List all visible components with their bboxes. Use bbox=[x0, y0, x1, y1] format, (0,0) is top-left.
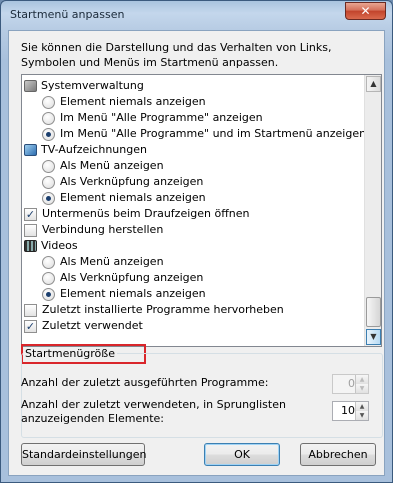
radio-selected-icon[interactable] bbox=[42, 191, 55, 205]
list-item-label: Videos bbox=[41, 239, 78, 252]
list-item-label: Element niemals anzeigen bbox=[60, 191, 206, 204]
radio-unselected-icon[interactable] bbox=[42, 95, 55, 109]
recent-programs-value: 0 bbox=[348, 377, 355, 390]
list-checkbox-option[interactable]: Zuletzt installierte Programme hervorheb… bbox=[24, 302, 284, 318]
list-radio-option[interactable]: Im Menü "Alle Programme" und im Startmen… bbox=[42, 126, 366, 142]
list-item-label: Als Verknüpfung anzeigen bbox=[60, 175, 204, 188]
list-item-label: Im Menü "Alle Programme" anzeigen bbox=[60, 111, 263, 124]
vertical-scrollbar[interactable]: ▲ ▼ bbox=[364, 75, 381, 346]
jumplist-items-stepper[interactable]: 10 ▲ ▼ bbox=[332, 401, 369, 421]
jumplist-label-line1: Anzahl der zuletzt verwendeten, in Sprun… bbox=[21, 398, 286, 411]
list-checkbox-option[interactable]: Verbindung herstellen bbox=[24, 222, 163, 238]
spin-down-icon[interactable]: ▼ bbox=[356, 411, 368, 420]
list-category: Systemverwaltung bbox=[24, 78, 144, 94]
jumplist-items-value: 10 bbox=[341, 404, 355, 417]
list-checkbox-option[interactable]: ✓ Untermenüs beim Draufzeigen öffnen bbox=[24, 206, 250, 222]
radio-unselected-icon[interactable] bbox=[42, 255, 55, 269]
list-radio-option[interactable]: Element niemals anzeigen bbox=[42, 94, 206, 110]
list-checkbox-option[interactable]: ✓ Zuletzt verwendet bbox=[24, 318, 143, 334]
spin-up-icon[interactable]: ▲ bbox=[356, 402, 368, 411]
jumplist-label-line2: anzuzeigenden Elemente: bbox=[21, 412, 165, 425]
radio-selected-icon[interactable] bbox=[42, 287, 55, 301]
list-item-label: Im Menü "Alle Programme" und im Startmen… bbox=[60, 127, 367, 140]
startmenu-size-group-title: Startmenügröße bbox=[23, 347, 117, 361]
recent-programs-label: Anzahl der zuletzt ausgeführten Programm… bbox=[21, 376, 269, 389]
radio-unselected-icon[interactable] bbox=[42, 175, 55, 189]
checkbox-unchecked-icon[interactable] bbox=[24, 223, 37, 237]
list-item-label: Als Menü anzeigen bbox=[60, 159, 164, 172]
intro-text: Sie können die Darstellung und das Verha… bbox=[21, 41, 332, 69]
list-item-label: Systemverwaltung bbox=[41, 79, 144, 92]
spin-down-icon[interactable]: ▼ bbox=[356, 384, 368, 393]
radio-selected-icon[interactable] bbox=[42, 127, 55, 141]
list-radio-option[interactable]: Element niemals anzeigen bbox=[42, 190, 206, 206]
list-radio-option[interactable]: Element niemals anzeigen bbox=[42, 286, 206, 302]
scroll-down-button[interactable]: ▼ bbox=[366, 329, 381, 345]
list-item-label: Zuletzt verwendet bbox=[42, 319, 143, 332]
scroll-up-icon: ▲ bbox=[370, 79, 377, 88]
title-bar[interactable]: Startmenü anpassen ✕ bbox=[1, 1, 392, 29]
window-title: Startmenü anpassen bbox=[10, 8, 125, 21]
list-category: Videos bbox=[24, 238, 78, 254]
ok-button[interactable]: OK bbox=[204, 443, 280, 466]
scroll-down-icon: ▼ bbox=[370, 332, 377, 341]
options-listbox[interactable]: Systemverwaltung Element niemals anzeigen… bbox=[21, 74, 382, 347]
close-button[interactable]: ✕ bbox=[345, 2, 386, 20]
scroll-thumb[interactable] bbox=[366, 297, 381, 327]
defaults-button[interactable]: Standardeinstellungen bbox=[21, 443, 146, 466]
list-radio-option[interactable]: Im Menü "Alle Programme" anzeigen bbox=[42, 110, 263, 126]
list-radio-option[interactable]: Als Menü anzeigen bbox=[42, 254, 164, 270]
list-category: TV-Aufzeichnungen bbox=[24, 142, 147, 158]
radio-unselected-icon[interactable] bbox=[42, 111, 55, 125]
checkbox-checked-icon[interactable]: ✓ bbox=[24, 207, 37, 221]
list-item-label: Zuletzt installierte Programme hervorheb… bbox=[42, 303, 284, 316]
list-item-label: Element niemals anzeigen bbox=[60, 95, 206, 108]
scroll-up-button[interactable]: ▲ bbox=[366, 76, 381, 92]
list-radio-option[interactable]: Als Verknüpfung anzeigen bbox=[42, 174, 203, 190]
spin-up-icon[interactable]: ▲ bbox=[356, 375, 368, 384]
admin-tools-icon bbox=[24, 80, 37, 92]
list-radio-option[interactable]: Als Menü anzeigen bbox=[42, 158, 164, 174]
recent-programs-stepper[interactable]: 0 ▲ ▼ bbox=[332, 374, 369, 394]
list-item-label: Untermenüs beim Draufzeigen öffnen bbox=[42, 207, 250, 220]
list-item-label: Verbindung herstellen bbox=[42, 223, 164, 236]
list-item-label: Element niemals anzeigen bbox=[60, 287, 206, 300]
checkbox-checked-icon[interactable]: ✓ bbox=[24, 319, 37, 333]
video-icon bbox=[24, 240, 37, 252]
list-radio-option[interactable]: Als Verknüpfung anzeigen bbox=[42, 270, 203, 286]
cancel-button[interactable]: Abbrechen bbox=[300, 443, 376, 466]
dialog-window: Startmenü anpassen ✕ Sie können die Dars… bbox=[0, 0, 393, 483]
dialog-client-area: Sie können die Darstellung und das Verha… bbox=[8, 30, 385, 476]
checkbox-unchecked-icon[interactable] bbox=[24, 303, 37, 317]
list-item-label: Als Menü anzeigen bbox=[60, 255, 164, 268]
radio-unselected-icon[interactable] bbox=[42, 159, 55, 173]
close-icon: ✕ bbox=[360, 4, 371, 18]
radio-unselected-icon[interactable] bbox=[42, 271, 55, 285]
tv-icon bbox=[24, 144, 37, 156]
list-item-label: TV-Aufzeichnungen bbox=[41, 143, 147, 156]
list-item-label: Als Verknüpfung anzeigen bbox=[60, 271, 204, 284]
